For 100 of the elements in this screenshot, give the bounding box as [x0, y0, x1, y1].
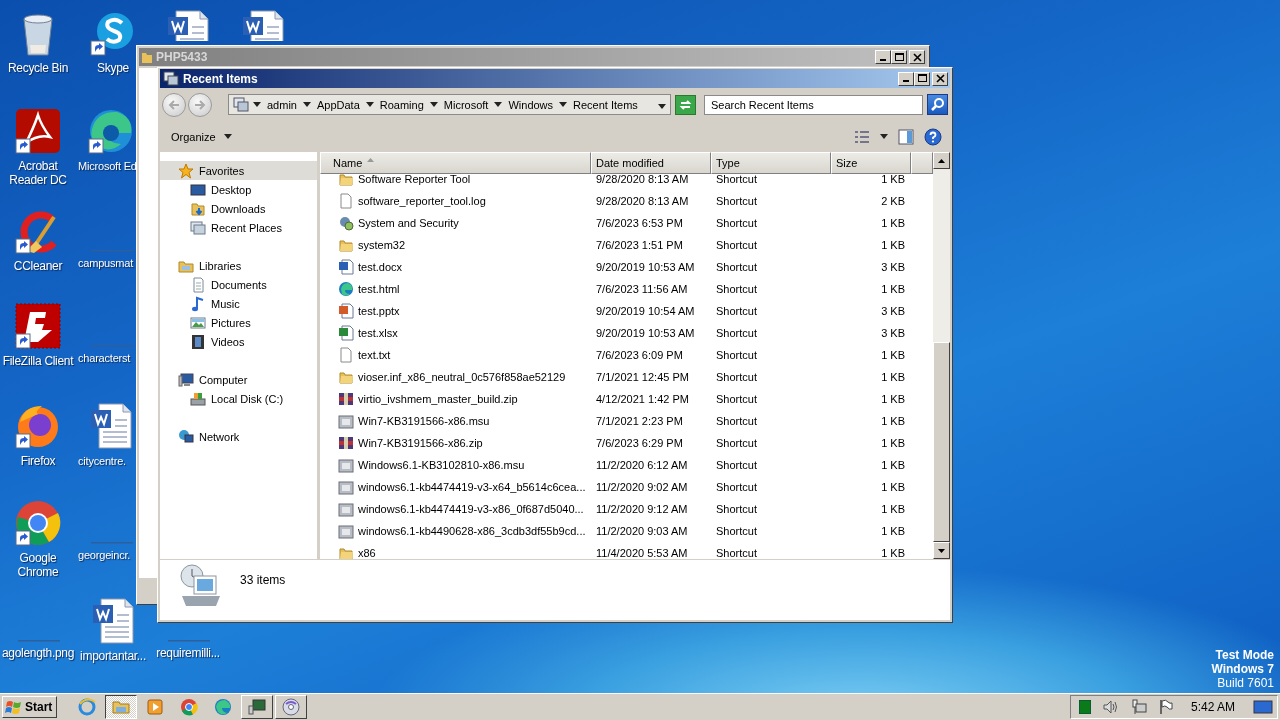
- search-field[interactable]: Search Recent Items: [703, 94, 924, 115]
- file-transfer-icon[interactable]: [14, 302, 62, 350]
- folder-taskbar-button[interactable]: [105, 695, 138, 719]
- clock[interactable]: 5:42 AM: [1190, 700, 1235, 714]
- desktop-icon-label[interactable]: requiremilli...: [156, 646, 220, 660]
- desktop-icon-label[interactable]: citycentre.: [78, 454, 126, 468]
- browser-icon[interactable]: [87, 107, 135, 155]
- file-name[interactable]: windows6.1-kb4474419-v3-x86_0f687d5040...: [358, 503, 584, 515]
- address-bar[interactable]: admin AppData Roaming Microsoft Windows Recent Items: [228, 94, 671, 115]
- file-name[interactable]: windows6.1-kb4474419-v3-x64_b5614c6cea...: [358, 481, 586, 493]
- minimize-button[interactable]: [875, 50, 891, 64]
- breadcrumb-button[interactable]: admin: [265, 98, 299, 111]
- sidebar-item[interactable]: Music: [160, 294, 317, 313]
- file-name[interactable]: system32: [358, 239, 406, 251]
- scroll-down-button[interactable]: [933, 542, 950, 559]
- breadcrumb-button[interactable]: AppData: [314, 98, 362, 111]
- caret-icon[interactable]: [880, 134, 888, 139]
- file-name[interactable]: Windows6.1-KB3102810-x86.msu: [358, 459, 525, 471]
- caret-icon[interactable]: [559, 102, 568, 107]
- speaker-icon[interactable]: [1102, 700, 1119, 714]
- help-icon[interactable]: [924, 127, 942, 146]
- file-name[interactable]: test.html: [358, 283, 400, 295]
- refresh-button[interactable]: [675, 94, 696, 115]
- close-button[interactable]: [932, 71, 948, 86]
- disc-taskbar-button[interactable]: [275, 695, 308, 719]
- desktop-icon-label[interactable]: Acrobat Reader DC: [0, 159, 76, 187]
- file-name[interactable]: Software Reporter Tool: [358, 174, 471, 185]
- installer-package-icon: [338, 523, 354, 539]
- search-button[interactable]: [927, 94, 948, 115]
- maximize-button[interactable]: [914, 71, 930, 86]
- desktop-icon-label[interactable]: CCleaner: [13, 259, 63, 273]
- caret-icon[interactable]: [429, 102, 438, 107]
- close-button[interactable]: [909, 50, 925, 64]
- sidebar-item[interactable]: Libraries: [160, 256, 317, 275]
- sidebar-item[interactable]: Downloads: [160, 199, 317, 218]
- show-desktop-icon[interactable]: [1253, 699, 1273, 715]
- file-name[interactable]: Win7-KB3191566-x86.msu: [358, 415, 490, 427]
- desktop-icon-label[interactable]: Firefox: [20, 454, 56, 468]
- sidebar-item[interactable]: Documents: [160, 275, 317, 294]
- chrome-icon[interactable]: [14, 499, 62, 547]
- column-header[interactable]: Name: [320, 152, 591, 174]
- preview-pane-icon[interactable]: [898, 128, 914, 145]
- file-name[interactable]: test.xlsx: [358, 327, 398, 339]
- start-button[interactable]: Start: [2, 696, 58, 718]
- scroll-thumb[interactable]: [933, 342, 950, 542]
- sidebar-item[interactable]: Videos: [160, 332, 317, 351]
- sidebar-item[interactable]: Computer: [160, 370, 317, 389]
- view-list-icon[interactable]: [854, 129, 870, 144]
- caret-icon[interactable]: [365, 102, 374, 107]
- maximize-button[interactable]: [891, 50, 907, 64]
- network-icon[interactable]: [1130, 699, 1147, 715]
- desktop-icon-label[interactable]: Microsoft Ed: [78, 159, 137, 173]
- file-name[interactable]: Win7-KB3191566-x86.zip: [358, 437, 483, 449]
- scroll-up-button[interactable]: [933, 152, 950, 169]
- file-name[interactable]: windows6.1-kb4490628-x86_3cdb3df55b9cd...: [358, 525, 586, 537]
- column-header[interactable]: Size: [831, 152, 911, 174]
- file-name[interactable]: System and Security: [358, 217, 459, 229]
- desktop-icon-label[interactable]: characterst: [78, 351, 131, 365]
- breadcrumb-button[interactable]: Microsoft: [441, 98, 491, 111]
- breadcrumb-button[interactable]: Recent Items: [571, 98, 640, 111]
- sidebar-item[interactable]: Desktop: [160, 180, 317, 199]
- file-name[interactable]: virtio_ivshmem_master_build.zip: [358, 393, 518, 405]
- type-cell-text: Shortcut: [715, 459, 758, 471]
- caret-icon[interactable]: [302, 102, 311, 107]
- caret-icon[interactable]: [658, 103, 666, 109]
- date-cell-text: 9/20/2019 10:53 AM: [595, 261, 696, 273]
- desktop-icon-label[interactable]: Skype: [97, 61, 129, 75]
- desktop-icon-label[interactable]: Recycle Bin: [7, 61, 69, 75]
- file-name[interactable]: text.txt: [358, 349, 391, 361]
- breadcrumb-button[interactable]: Windows: [506, 98, 556, 111]
- caret-icon[interactable]: [494, 102, 503, 107]
- sidebar-item[interactable]: Network: [160, 427, 317, 446]
- breadcrumb-button[interactable]: Roaming: [377, 98, 426, 111]
- sidebar-item[interactable]: Favorites: [160, 161, 317, 180]
- column-header[interactable]: Date modified: [591, 152, 711, 174]
- desktop-icon-label[interactable]: georgeincr.: [78, 548, 131, 562]
- folder-icon: [338, 369, 354, 385]
- caret-icon[interactable]: [253, 102, 261, 107]
- desktop-icon-label[interactable]: FileZilla Client: [2, 354, 74, 368]
- sidebar-item[interactable]: Pictures: [160, 313, 317, 332]
- sidebar-item[interactable]: Recent Places: [160, 218, 317, 237]
- desktop-icon-label[interactable]: importantar...: [80, 649, 146, 663]
- file-name[interactable]: vioser.inf_x86_neutral_0c576f858ae52129: [358, 371, 566, 383]
- file-name[interactable]: software_reporter_tool.log: [358, 195, 486, 207]
- desktop-icon-label[interactable]: agolength.png: [1, 646, 75, 660]
- minimize-button[interactable]: [898, 71, 914, 86]
- file-name[interactable]: test.docx: [358, 261, 403, 273]
- activity-indicator-icon[interactable]: [1078, 700, 1091, 714]
- sidebar-item[interactable]: Local Disk (C:): [160, 389, 317, 408]
- flag-icon[interactable]: [1158, 699, 1173, 715]
- column-header[interactable]: Type: [711, 152, 831, 174]
- file-name[interactable]: test.pptx: [358, 305, 400, 317]
- monitor-taskbar-button[interactable]: [241, 695, 274, 719]
- desktop-icon-label[interactable]: campusmat: [78, 256, 134, 270]
- desktop-icon-label[interactable]: Google Chrome: [0, 551, 76, 579]
- scrollbar-track[interactable]: [933, 152, 950, 559]
- file-name[interactable]: x86: [358, 547, 376, 559]
- pdf-reader-icon[interactable]: [14, 107, 62, 155]
- organize-button[interactable]: Organize: [168, 128, 235, 145]
- caret-icon: [223, 134, 232, 139]
